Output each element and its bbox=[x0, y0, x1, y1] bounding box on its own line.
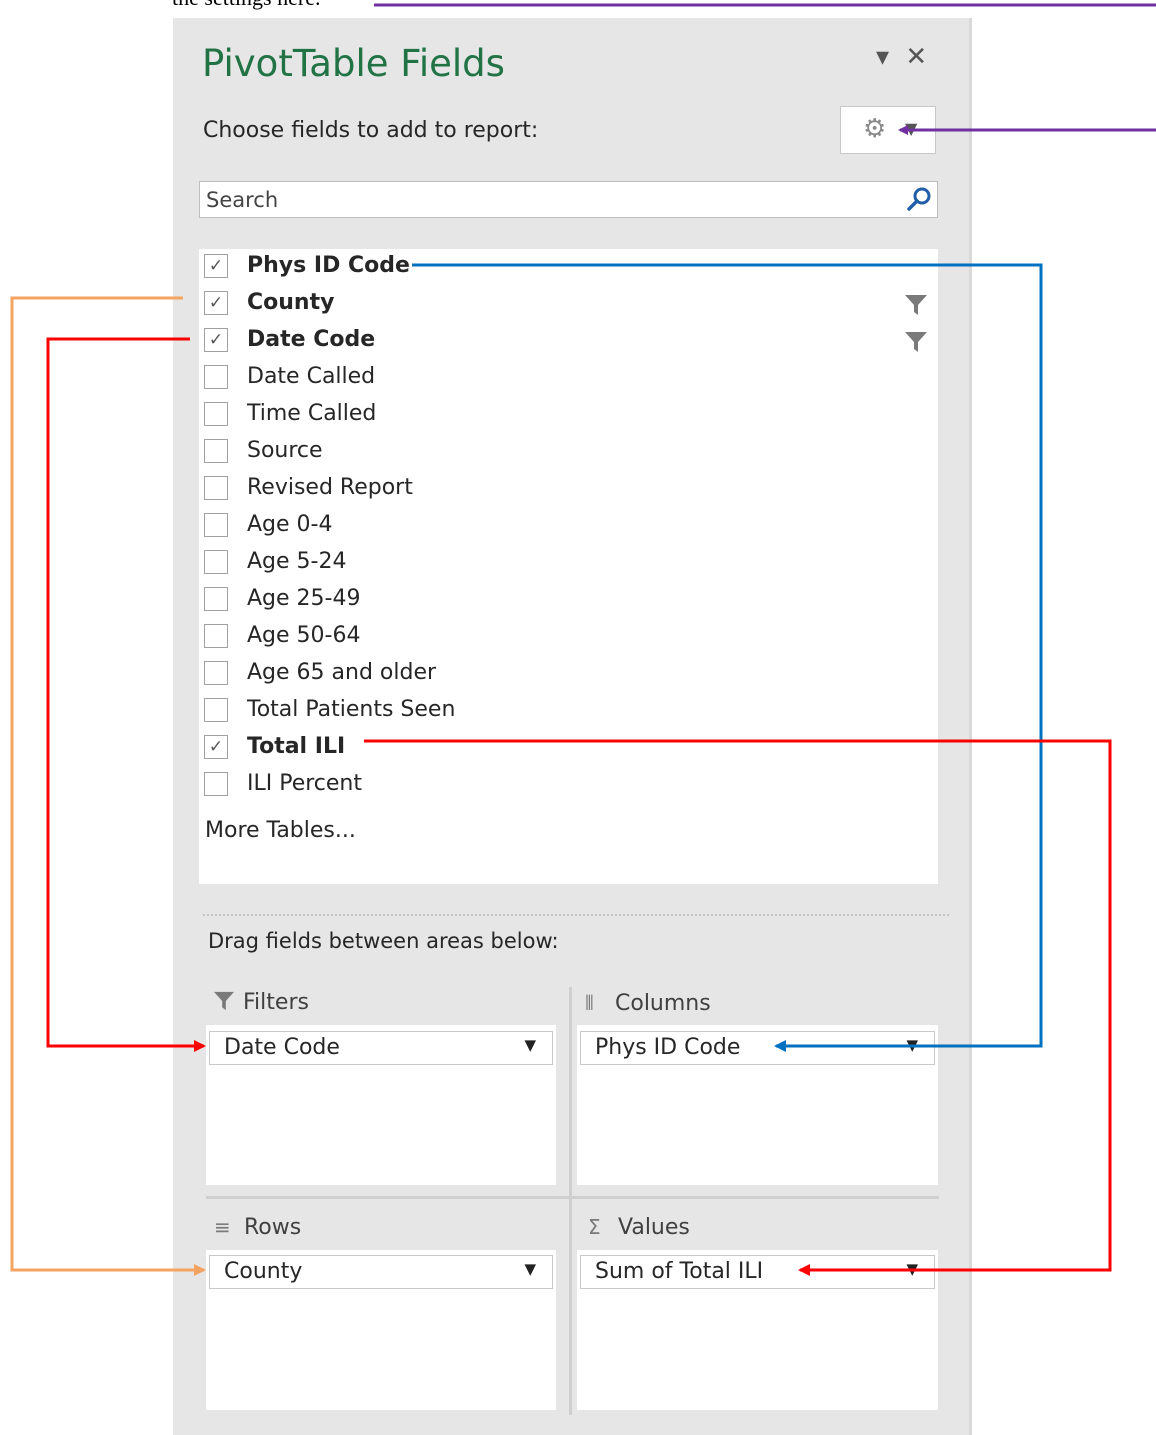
values-field-label: Sum of Total ILI bbox=[595, 1259, 764, 1284]
filter-icon bbox=[905, 295, 927, 315]
field-checkbox[interactable] bbox=[204, 624, 228, 648]
dotted-divider bbox=[203, 914, 949, 916]
field-label: Time Called bbox=[247, 401, 377, 426]
values-field-sum-of-total-ili[interactable]: Sum of Total ILI ▼ bbox=[580, 1255, 935, 1289]
pane-title: PivotTable Fields bbox=[202, 42, 505, 85]
columns-field-label: Phys ID Code bbox=[595, 1035, 741, 1060]
filters-area-label: Filters bbox=[243, 990, 309, 1015]
chevron-down-icon: ▼ bbox=[905, 119, 918, 138]
values-area-label: Values bbox=[618, 1215, 690, 1240]
field-item-time-called[interactable]: Time Called bbox=[199, 397, 938, 434]
rows-area-header: ≡ Rows bbox=[214, 1212, 301, 1243]
field-checkbox[interactable] bbox=[204, 402, 228, 426]
field-item-age-50-64[interactable]: Age 50-64 bbox=[199, 619, 938, 656]
dropdown-arrow-icon[interactable]: ▼ bbox=[906, 1260, 918, 1278]
search-input[interactable] bbox=[204, 184, 888, 216]
field-checkbox[interactable] bbox=[204, 698, 228, 722]
field-item-total-ili[interactable]: ✓ Total ILI bbox=[199, 730, 938, 767]
filters-field-date-code[interactable]: Date Code ▼ bbox=[209, 1031, 553, 1065]
field-label: Age 65 and older bbox=[247, 660, 437, 685]
field-checkbox[interactable]: ✓ bbox=[204, 735, 228, 759]
field-item-age-65-and-older[interactable]: Age 65 and older bbox=[199, 656, 938, 693]
dropdown-arrow-icon[interactable]: ▼ bbox=[524, 1036, 536, 1054]
field-label: Total Patients Seen bbox=[247, 697, 456, 722]
field-item-date-code[interactable]: ✓ Date Code bbox=[199, 323, 938, 360]
field-label: Date Code bbox=[247, 327, 376, 352]
more-tables-link[interactable]: More Tables... bbox=[205, 816, 356, 846]
field-item-total-patients-seen[interactable]: Total Patients Seen bbox=[199, 693, 938, 730]
field-checkbox[interactable]: ✓ bbox=[204, 291, 228, 315]
dropdown-arrow-icon[interactable]: ▼ bbox=[906, 1036, 918, 1054]
pane-title-controls: ▾ ✕ bbox=[876, 42, 931, 72]
filter-icon bbox=[905, 332, 927, 352]
drag-fields-label: Drag fields between areas below: bbox=[208, 929, 559, 953]
field-label: ILI Percent bbox=[247, 771, 363, 796]
field-item-county[interactable]: ✓ County bbox=[199, 286, 938, 323]
area-horizontal-splitter[interactable] bbox=[206, 1196, 939, 1199]
rows-field-county[interactable]: County ▼ bbox=[209, 1255, 553, 1289]
field-label: Phys ID Code bbox=[247, 253, 410, 278]
columns-area-header: ⦀ Columns bbox=[585, 988, 711, 1019]
choose-fields-label: Choose fields to add to report: bbox=[203, 118, 539, 143]
field-checkbox[interactable] bbox=[204, 365, 228, 389]
caption-text: the settings here. bbox=[172, 0, 320, 10]
search-box[interactable] bbox=[199, 181, 938, 218]
values-area-header: Σ Values bbox=[588, 1212, 690, 1243]
field-label: Age 0-4 bbox=[247, 512, 333, 537]
rows-field-label: County bbox=[224, 1259, 303, 1284]
filters-area-header: Filters bbox=[213, 988, 309, 1018]
field-item-source[interactable]: Source bbox=[199, 434, 938, 471]
field-checkbox[interactable] bbox=[204, 513, 228, 537]
field-label: Source bbox=[247, 438, 323, 463]
field-checkbox[interactable] bbox=[204, 772, 228, 796]
field-label: Age 50-64 bbox=[247, 623, 361, 648]
field-item-age-0-4[interactable]: Age 0-4 bbox=[199, 508, 938, 545]
rows-area-label: Rows bbox=[244, 1215, 302, 1240]
pane-border bbox=[969, 18, 972, 1435]
task-pane-options-icon[interactable]: ▾ bbox=[876, 42, 893, 72]
sigma-icon: Σ bbox=[588, 1215, 601, 1239]
field-item-age-5-24[interactable]: Age 5-24 bbox=[199, 545, 938, 582]
columns-area-label: Columns bbox=[615, 991, 711, 1016]
search-icon[interactable] bbox=[904, 184, 934, 214]
field-label: Age 25-49 bbox=[247, 586, 361, 611]
field-label: Revised Report bbox=[247, 475, 413, 500]
field-label: Total ILI bbox=[247, 734, 346, 759]
field-checkbox[interactable] bbox=[204, 439, 228, 463]
columns-icon: ⦀ bbox=[585, 991, 594, 1015]
gear-icon: ⚙ bbox=[863, 114, 887, 144]
rows-icon: ≡ bbox=[214, 1215, 231, 1239]
dropdown-arrow-icon[interactable]: ▼ bbox=[524, 1260, 536, 1278]
field-checkbox[interactable] bbox=[204, 550, 228, 574]
filter-icon bbox=[214, 991, 234, 1011]
close-icon[interactable]: ✕ bbox=[905, 42, 931, 72]
field-item-date-called[interactable]: Date Called bbox=[199, 360, 938, 397]
field-label: Date Called bbox=[247, 364, 376, 389]
field-checkbox[interactable]: ✓ bbox=[204, 328, 228, 352]
field-list: ✓ Phys ID Code ✓ County ✓ Date Code Date… bbox=[199, 249, 938, 884]
field-label: County bbox=[247, 290, 335, 315]
field-item-ili-percent[interactable]: ILI Percent bbox=[199, 767, 938, 804]
area-vertical-splitter[interactable] bbox=[569, 987, 572, 1415]
field-item-age-25-49[interactable]: Age 25-49 bbox=[199, 582, 938, 619]
field-item-phys-id-code[interactable]: ✓ Phys ID Code bbox=[199, 249, 938, 286]
field-label: Age 5-24 bbox=[247, 549, 347, 574]
field-checkbox[interactable] bbox=[204, 661, 228, 685]
tools-button[interactable]: ⚙ ▼ bbox=[840, 106, 936, 154]
field-checkbox[interactable] bbox=[204, 587, 228, 611]
filters-field-label: Date Code bbox=[224, 1035, 340, 1060]
field-item-revised-report[interactable]: Revised Report bbox=[199, 471, 938, 508]
columns-field-phys-id-code[interactable]: Phys ID Code ▼ bbox=[580, 1031, 935, 1065]
field-checkbox[interactable]: ✓ bbox=[204, 254, 228, 278]
field-checkbox[interactable] bbox=[204, 476, 228, 500]
